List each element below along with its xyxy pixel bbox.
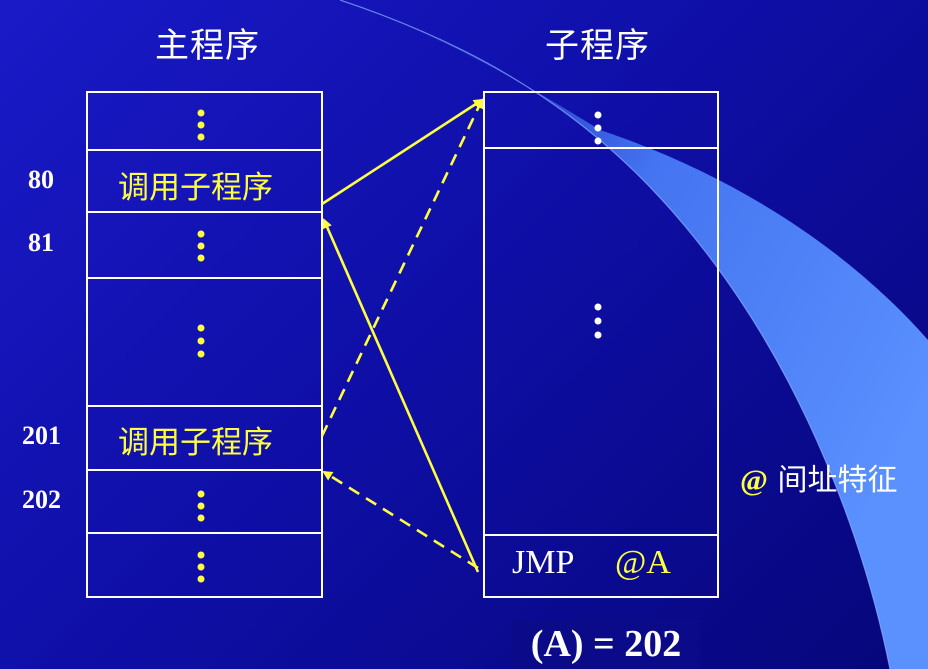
subroutine-title: 子程序: [545, 26, 650, 66]
register-equation: (A) = 202: [512, 620, 700, 669]
jmp-instruction: JMP: [512, 544, 575, 581]
call-subroutine-text-2: 调用子程序: [118, 425, 273, 461]
call-arrow-1: [321, 98, 484, 206]
address-202: 202: [22, 485, 61, 514]
address-81: 81: [28, 228, 54, 257]
jmp-operand: @A: [615, 544, 671, 581]
address-201: 201: [22, 421, 61, 450]
indirect-address-note: @ 间址特征: [740, 455, 897, 499]
at-symbol: @: [740, 464, 768, 497]
call-subroutine-text-1: 调用子程序: [118, 170, 273, 206]
flow-arrows: [320, 98, 484, 573]
diagram-svg: [86, 0, 928, 669]
address-80: 80: [28, 165, 54, 194]
sub-ellipsis-marks: [594, 111, 602, 339]
main-program-title: 主程序: [155, 26, 260, 66]
diagram-stage: 主程序 子程序 80 81 201 202 调用子程序 调用子程序 JMP @A…: [0, 0, 928, 669]
indirect-address-label: 间址特征: [777, 463, 898, 498]
